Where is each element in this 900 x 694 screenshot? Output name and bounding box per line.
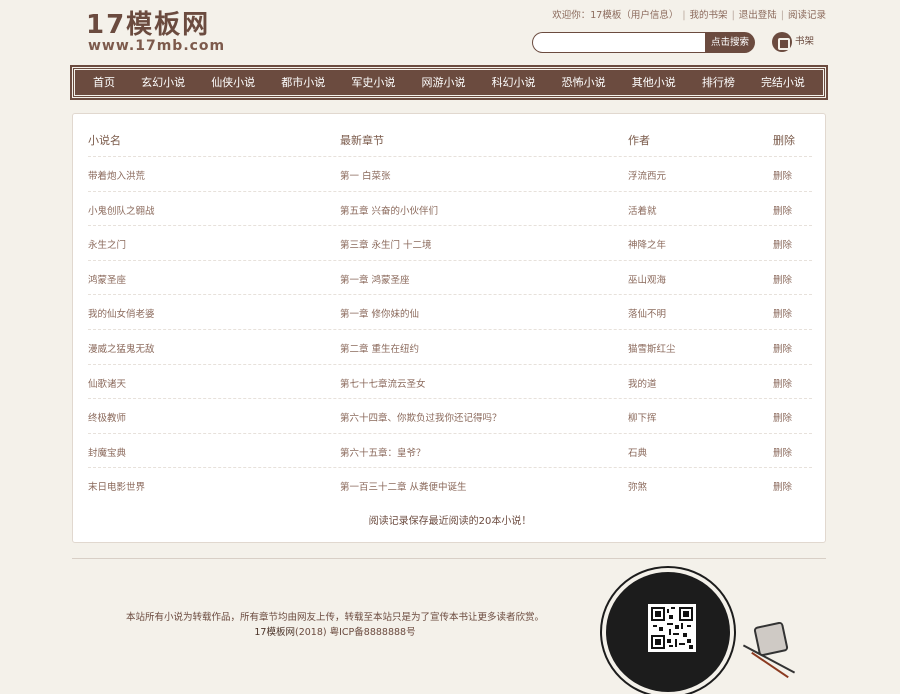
novel-name-link[interactable]: 终极教师 — [88, 410, 126, 424]
author-link[interactable]: 巫山观海 — [628, 272, 666, 286]
footer-copyright: 17模板网(2018) 粤ICP备8888888号 — [100, 625, 570, 640]
qr-code-icon — [648, 604, 696, 652]
logout-link[interactable]: 退出登陆 — [739, 10, 777, 21]
delete-link[interactable]: 删除 — [773, 479, 792, 493]
nav-item-military[interactable]: 军史小说 — [351, 70, 395, 95]
chapter-link[interactable]: 第二章 重生在纽约 — [340, 341, 419, 355]
novel-name-link[interactable]: 永生之门 — [88, 237, 126, 251]
table-header: 小说名 最新章节 作者 删除 — [88, 132, 812, 156]
chapter-link[interactable]: 第七十七章流云圣女 — [340, 376, 426, 390]
footer-text: 本站所有小说为转载作品，所有章节均由网友上传，转载至本站只是为了宣传本书让更多读… — [100, 610, 570, 640]
nav-item-ranking[interactable]: 排行榜 — [702, 70, 735, 95]
table-body: 带着炮入洪荒 第一 白菜张 浮流西元 删除 小鬼创队之翱战 第五章 兴奋的小伙伴… — [88, 156, 812, 502]
table-row: 我的仙女俏老婆 第一章 修你妹的仙 落仙不明 删除 — [88, 294, 812, 329]
footer-site-name: 17模板网 — [254, 627, 295, 638]
novel-name-link[interactable]: 带着炮入洪荒 — [88, 168, 145, 182]
delete-link[interactable]: 删除 — [773, 341, 792, 355]
delete-link[interactable]: 删除 — [773, 410, 792, 424]
search-bar: 点击搜索 — [532, 32, 755, 53]
logo-domain-text: www.17mb.com — [88, 38, 226, 54]
novel-name-link[interactable]: 小鬼创队之翱战 — [88, 203, 155, 217]
nav-item-home[interactable]: 首页 — [93, 70, 115, 95]
footer-year: (2018) — [294, 627, 327, 638]
header-author: 作者 — [628, 134, 650, 147]
bookshelf-button[interactable]: 书架 — [772, 31, 814, 53]
novel-name-link[interactable]: 漫威之猛鬼无敌 — [88, 341, 155, 355]
header: 17模板网 www.17mb.com 欢迎你：17模板（用户信息） | 我的书架 | 退… — [0, 0, 900, 64]
table-row: 末日电影世界 第一百三十二章 从粪便中诞生 弥煞 删除 — [88, 467, 812, 502]
delete-link[interactable]: 删除 — [773, 376, 792, 390]
author-link[interactable]: 落仙不明 — [628, 306, 666, 320]
author-link[interactable]: 弥煞 — [628, 479, 647, 493]
search-button[interactable]: 点击搜索 — [705, 32, 755, 53]
chapter-link[interactable]: 第三章 永生门 十二境 — [340, 237, 432, 251]
nav-item-urban[interactable]: 都市小说 — [281, 70, 325, 95]
header-delete: 删除 — [773, 134, 795, 147]
delete-link[interactable]: 删除 — [773, 306, 792, 320]
search-input[interactable] — [532, 32, 707, 53]
bookshelf-icon — [772, 31, 792, 52]
nav-item-scifi[interactable]: 科幻小说 — [492, 70, 536, 95]
table-row: 鸿蒙圣座 第一章 鸿蒙圣座 巫山观海 删除 — [88, 259, 812, 295]
main-nav: 首页 玄幻小说 仙侠小说 都市小说 军史小说 网游小说 科幻小说 恐怖小说 其他… — [70, 65, 828, 100]
table-row: 终极教师 第六十四章、你欺负过我你还记得吗？ 柳下挥 删除 — [88, 398, 812, 433]
novel-name-link[interactable]: 末日电影世界 — [88, 479, 145, 493]
chapter-link[interactable]: 第五章 兴奋的小伙伴们 — [340, 203, 438, 217]
logo-main-text: 17模板网 — [86, 10, 211, 40]
table-row: 仙歌诸天 第七十七章流云圣女 我的道 删除 — [88, 363, 812, 399]
author-link[interactable]: 石典 — [628, 445, 647, 459]
novel-name-link[interactable]: 鸿蒙圣座 — [88, 272, 126, 286]
site-logo[interactable]: 17模板网 www.17mb.com — [86, 10, 236, 56]
chapter-link[interactable]: 第一章 鸿蒙圣座 — [340, 272, 410, 286]
nav-item-other[interactable]: 其他小说 — [632, 70, 676, 95]
my-bookshelf-link[interactable]: 我的书架 — [690, 10, 728, 21]
novel-name-link[interactable]: 仙歌诸天 — [88, 376, 126, 390]
footer-icp: 粤ICP备8888888号 — [329, 627, 416, 638]
table-row: 封魔宝典 第六十五章：皇爷？ 石典 删除 — [88, 432, 812, 468]
nav-item-online-game[interactable]: 网游小说 — [421, 70, 465, 95]
delete-link[interactable]: 删除 — [773, 168, 792, 182]
author-link[interactable]: 浮流西元 — [628, 168, 666, 182]
author-link[interactable]: 柳下挥 — [628, 410, 657, 424]
nav-item-completed[interactable]: 完结小说 — [761, 70, 805, 95]
table-row: 永生之门 第三章 永生门 十二境 神降之年 删除 — [88, 225, 812, 260]
author-link[interactable]: 活着就 — [628, 203, 657, 217]
footer-divider — [72, 558, 826, 559]
nav-item-horror[interactable]: 恐怖小说 — [562, 70, 606, 95]
reading-history-link[interactable]: 阅读记录 — [788, 10, 826, 21]
author-link[interactable]: 神降之年 — [628, 237, 666, 251]
footer-disclaimer: 本站所有小说为转载作品，所有章节均由网友上传，转载至本站只是为了宣传本书让更多读… — [125, 612, 544, 623]
bookshelf-label: 书架 — [795, 36, 815, 47]
delete-link[interactable]: 删除 — [773, 203, 792, 217]
table-row: 漫威之猛鬼无敌 第二章 重生在纽约 猫雪斯红尘 删除 — [88, 328, 812, 364]
chapter-link[interactable]: 第六十四章、你欺负过我你还记得吗？ — [340, 410, 502, 424]
header-novel-name: 小说名 — [88, 134, 121, 147]
user-welcome-link[interactable]: 欢迎你：17模板（用户信息） — [552, 10, 678, 21]
reading-history-panel: 小说名 最新章节 作者 删除 带着炮入洪荒 第一 白菜张 浮流西元 删除 小鬼创… — [72, 113, 826, 543]
delete-link[interactable]: 删除 — [773, 445, 792, 459]
delete-link[interactable]: 删除 — [773, 237, 792, 251]
author-link[interactable]: 我的道 — [628, 376, 657, 390]
delete-link[interactable]: 删除 — [773, 272, 792, 286]
header-latest-chapter: 最新章节 — [340, 134, 384, 147]
chapter-link[interactable]: 第一章 修你妹的仙 — [340, 306, 419, 320]
table-row: 小鬼创队之翱战 第五章 兴奋的小伙伴们 活着就 删除 — [88, 190, 812, 226]
nav-item-fantasy[interactable]: 玄幻小说 — [141, 70, 185, 95]
chapter-link[interactable]: 第一百三十二章 从粪便中诞生 — [340, 479, 467, 493]
table-row: 带着炮入洪荒 第一 白菜张 浮流西元 删除 — [88, 156, 812, 191]
novel-name-link[interactable]: 我的仙女俏老婆 — [88, 306, 155, 320]
chapter-link[interactable]: 第六十五章：皇爷？ — [340, 445, 426, 459]
history-note: 阅读记录保存最近阅读的20本小说！ — [368, 516, 532, 527]
novel-name-link[interactable]: 封魔宝典 — [88, 445, 126, 459]
top-links: 欢迎你：17模板（用户信息） | 我的书架 | 退出登陆 | 阅读记录 — [552, 10, 826, 21]
chapter-link[interactable]: 第一 白菜张 — [340, 168, 391, 182]
author-link[interactable]: 猫雪斯红尘 — [628, 341, 676, 355]
nav-item-xianxia[interactable]: 仙侠小说 — [211, 70, 255, 95]
